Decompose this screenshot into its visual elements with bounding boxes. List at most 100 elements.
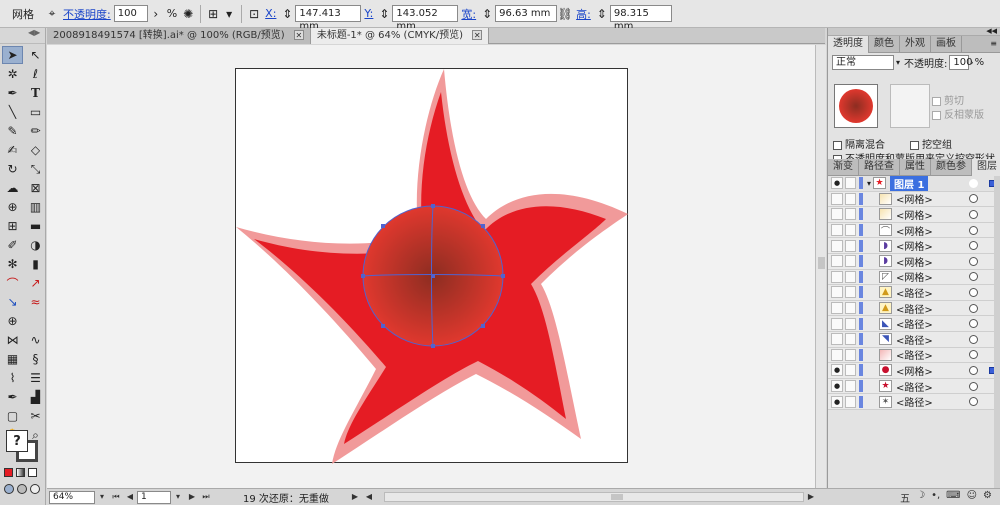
width-input[interactable]: 96.63 mm <box>495 5 558 22</box>
pencil-tool[interactable]: ✏ <box>25 122 46 140</box>
x-stepper-icon[interactable]: ⇕ <box>279 6 295 22</box>
layer-item-row[interactable]: <网格> <box>828 207 1000 223</box>
width-stepper-icon[interactable]: ⇕ <box>479 6 495 22</box>
item-target-icon[interactable] <box>969 365 978 375</box>
lock-toggle[interactable] <box>845 333 856 346</box>
tab-gradient[interactable]: 渐变 <box>828 159 859 176</box>
lock-toggle[interactable] <box>845 192 856 205</box>
panel-opacity-input[interactable]: 100 <box>949 54 972 70</box>
y-link[interactable]: Y: <box>364 7 373 20</box>
visibility-eye-icon[interactable] <box>831 395 843 408</box>
item-name[interactable]: <网格> <box>896 254 933 269</box>
opacity-stepper-icon[interactable]: › <box>970 58 973 67</box>
mesh-anchor-point[interactable] <box>481 324 485 328</box>
draw-inside-icon[interactable] <box>30 484 40 494</box>
eraser-tool[interactable]: ◇ <box>25 141 46 159</box>
lock-toggle[interactable] <box>845 255 856 268</box>
scroll-left-icon[interactable]: ◀ <box>363 491 375 503</box>
tab-color[interactable]: 颜色 <box>869 36 900 53</box>
mesh-anchor-point[interactable] <box>381 324 385 328</box>
item-name[interactable]: <网格> <box>896 191 933 206</box>
layer-name[interactable]: 图层 1 <box>890 175 929 191</box>
layer-item-row[interactable]: <网格> <box>828 191 1000 208</box>
layer-item-row[interactable]: ⌒ <网格> <box>828 222 1000 239</box>
scroll-right-icon[interactable]: ▶ <box>805 491 817 503</box>
pen-tool[interactable]: ✒ <box>2 84 23 102</box>
expand-arrow-icon[interactable]: ▾ <box>867 179 871 188</box>
artboard-tool[interactable]: ⋈ <box>2 331 23 349</box>
knockout-option[interactable]: 挖空组 <box>910 136 952 151</box>
knockout-checkbox[interactable] <box>910 140 919 150</box>
item-name[interactable]: <网格> <box>896 223 933 238</box>
mesh-tool[interactable]: ⊞ <box>2 217 23 235</box>
width-tool[interactable]: ⌒ <box>2 274 23 292</box>
tab-appearance[interactable]: 外观 <box>900 36 931 53</box>
fill-swatch[interactable]: ? <box>6 430 28 452</box>
item-target-icon[interactable] <box>969 256 978 266</box>
x-input[interactable]: 147.413 mm <box>295 5 362 32</box>
visibility-eye-icon[interactable] <box>831 177 843 190</box>
last-artboard-icon[interactable]: ⏭ <box>200 491 212 503</box>
keyboard-icon[interactable]: ⌨ <box>946 490 960 505</box>
width-link[interactable]: 宽: <box>461 6 476 22</box>
layers-scrollbar[interactable] <box>994 176 1000 488</box>
recolor-icon[interactable]: ✺ <box>180 6 196 22</box>
zoom-field[interactable]: 64% <box>49 490 95 504</box>
invert-mask-checkbox[interactable] <box>932 110 941 120</box>
layer-target-icon[interactable] <box>969 178 978 188</box>
artboard-dropdown-icon[interactable]: ▾ <box>172 491 184 503</box>
item-target-icon[interactable] <box>969 241 978 251</box>
layer-item-row[interactable]: ◗ <网格> <box>828 253 1000 270</box>
visibility-eye-icon[interactable] <box>831 302 843 315</box>
item-name[interactable]: <路径> <box>896 285 933 300</box>
visibility-eye-icon[interactable] <box>831 192 843 205</box>
lock-toggle[interactable] <box>845 177 856 190</box>
warp-curve-tool[interactable]: ↗ <box>25 274 46 292</box>
chart-tool[interactable]: ▟ <box>25 388 46 406</box>
crop-tool[interactable]: ▢ <box>2 407 23 425</box>
layer-item-row[interactable]: ◣ <路径> <box>828 316 1000 332</box>
color-mode-button[interactable] <box>4 468 13 477</box>
visibility-eye-icon[interactable] <box>831 255 843 268</box>
mesh-anchor-point[interactable] <box>431 274 435 278</box>
close-icon[interactable]: ✕ <box>293 30 304 40</box>
settings-icon[interactable]: ⚙ <box>983 490 992 505</box>
rectangle-tool[interactable]: ▭ <box>25 103 46 121</box>
visibility-eye-icon[interactable] <box>831 364 843 377</box>
tab-pathfinder[interactable]: 路径查 <box>859 159 900 176</box>
clip-option[interactable]: 剪切 <box>932 92 964 107</box>
mesh-anchor-point[interactable] <box>381 224 385 228</box>
fill-stroke-well[interactable]: ? <box>6 430 40 464</box>
lock-toggle[interactable] <box>845 348 856 361</box>
gradient-mode-button[interactable] <box>16 468 25 477</box>
blend-mode-select[interactable]: 正常 <box>832 54 894 70</box>
lock-toggle[interactable] <box>845 239 856 252</box>
visibility-eye-icon[interactable] <box>831 286 843 299</box>
tab-attributes[interactable]: 属性 <box>900 159 931 176</box>
item-target-icon[interactable] <box>969 272 978 282</box>
visibility-eye-icon[interactable] <box>831 208 843 221</box>
item-target-icon[interactable] <box>969 194 978 204</box>
crosshair-icon[interactable]: ⊕ <box>2 312 23 330</box>
layer-item-row[interactable]: ▲ <路径> <box>828 285 1000 301</box>
horizontal-scrollbar[interactable] <box>384 492 804 502</box>
lock-toggle[interactable] <box>845 364 856 377</box>
anchor-grid-icon[interactable]: ⊡ <box>246 6 262 22</box>
close-icon[interactable]: ✕ <box>472 30 483 40</box>
zigzag-tool[interactable]: ⌇ <box>2 369 23 387</box>
visibility-eye-icon[interactable] <box>831 380 843 393</box>
x-link[interactable]: X: <box>265 7 276 20</box>
ime-icon[interactable]: 五 <box>900 490 910 505</box>
y-input[interactable]: 143.052 mm <box>392 5 459 32</box>
height-input[interactable]: 98.315 mm <box>609 5 672 32</box>
doc-tab-2[interactable]: 未标题-1* @ 64% (CMYK/预览) ✕ <box>310 28 490 44</box>
visibility-eye-icon[interactable] <box>831 224 843 237</box>
layer-item-row[interactable]: ✶ <路径> <box>828 394 1000 410</box>
tab-color-guide[interactable]: 颜色参 <box>931 159 972 176</box>
lock-toggle[interactable] <box>845 380 856 393</box>
lock-toggle[interactable] <box>845 302 856 315</box>
mesh-anchor-point[interactable] <box>431 344 435 348</box>
draw-normal-icon[interactable] <box>4 484 14 494</box>
y-stepper-icon[interactable]: ⇕ <box>376 6 392 22</box>
layer-item-row[interactable]: ◥ <路径> <box>828 331 1000 348</box>
